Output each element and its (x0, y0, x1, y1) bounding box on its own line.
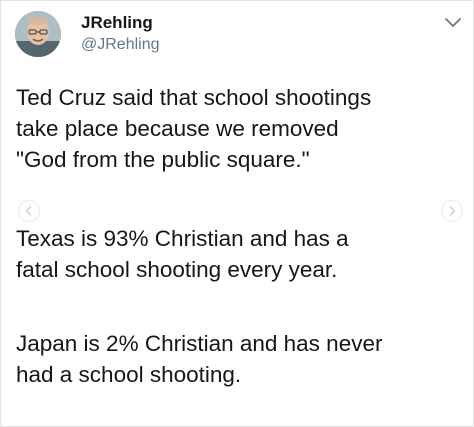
tweet-line: Japan is 2% Christian and has never (16, 331, 383, 356)
author-name[interactable]: JRehling (81, 13, 153, 33)
chevron-right-icon (449, 206, 456, 216)
tweet-line: Ted Cruz said that school shootings (16, 85, 372, 110)
tweet-line: fatal school shooting every year. (16, 257, 338, 282)
author-handle[interactable]: @JRehling (81, 36, 160, 54)
tweet-card: JRehling @JRehling Ted Cruz said that sc… (0, 0, 474, 427)
chevron-left-icon (25, 206, 32, 216)
tweet-line: Texas is 93% Christian and has a (16, 226, 349, 251)
carousel-next-button[interactable] (441, 200, 463, 222)
tweet-line: "God from the public square." (16, 147, 310, 172)
chevron-down-icon[interactable] (443, 15, 463, 29)
tweet-paragraph: Ted Cruz said that school shootings take… (16, 82, 371, 175)
carousel-prev-button[interactable] (18, 200, 40, 222)
tweet-paragraph: Japan is 2% Christian and has never had … (16, 328, 382, 390)
avatar[interactable] (15, 11, 61, 57)
tweet-line: take place because we removed (16, 116, 339, 141)
tweet-paragraph: Texas is 93% Christian and has a fatal s… (16, 223, 349, 285)
tweet-line: had a school shooting. (16, 362, 242, 387)
avatar-image (15, 11, 61, 57)
